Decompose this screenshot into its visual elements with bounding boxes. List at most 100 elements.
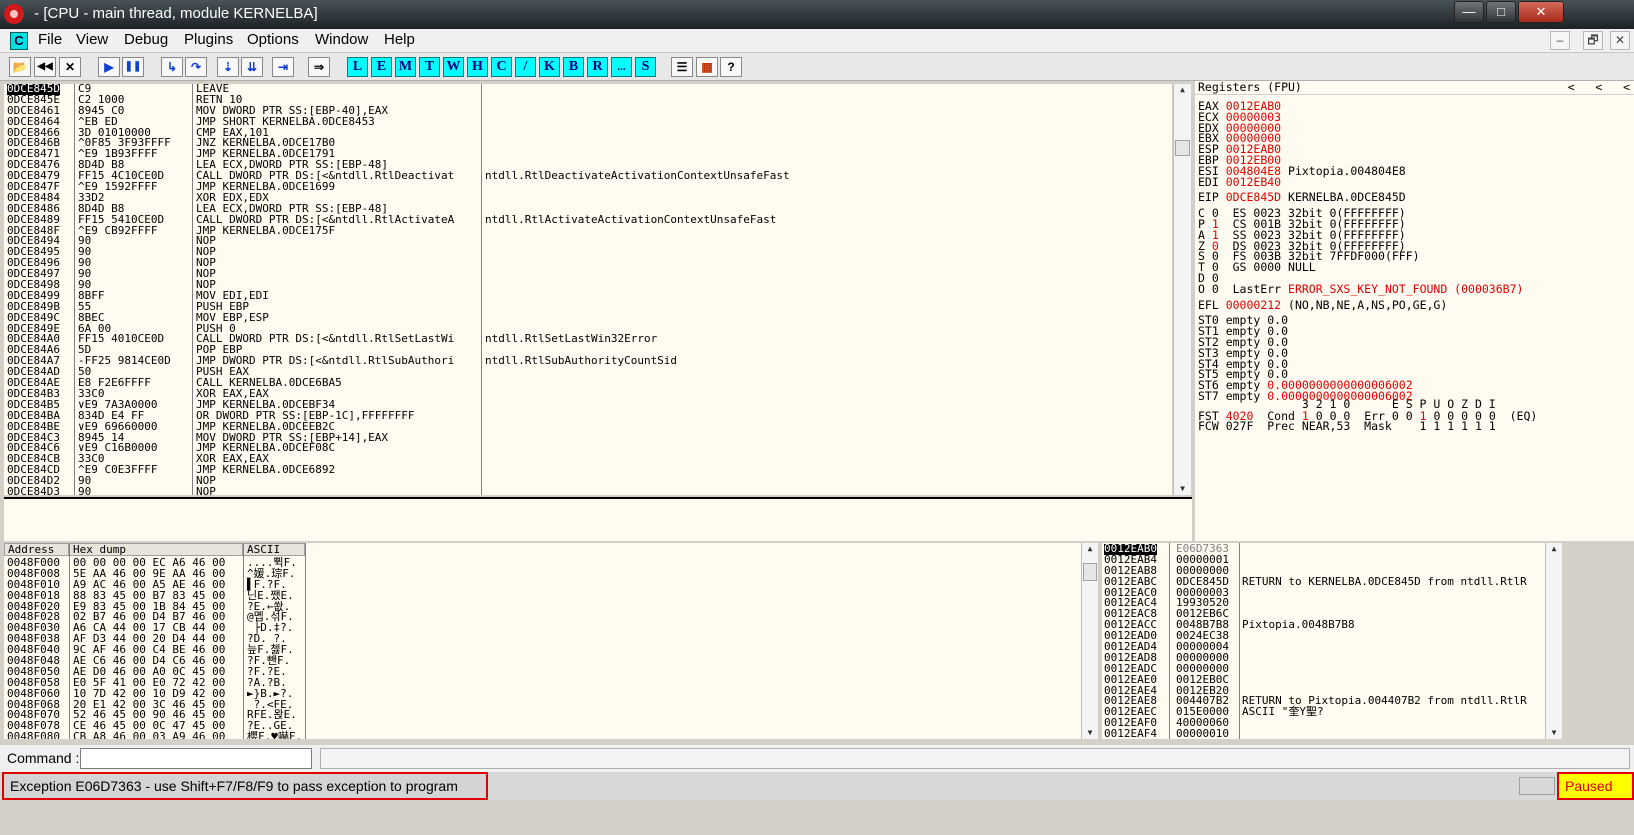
disasm-row[interactable]: 0DCE84A0 FF15 4010CE0D CALL DWORD PTR DS:[…: [4, 334, 1172, 345]
disasm-row[interactable]: 0DCE84AE E8 F2E6FFFF CALL KERNELBA.0DCE6BA…: [4, 377, 1172, 389]
scroll-thumb[interactable]: [1083, 563, 1097, 581]
references-window-button[interactable]: R: [587, 57, 608, 77]
hex-dump-pane[interactable]: Address Hex dump ASCII 0048F000 00 00 00 …: [4, 543, 1098, 739]
disasm-row[interactable]: 0DCE8498 90 NOP: [4, 279, 1172, 291]
disasm-row[interactable]: 0DCE8494 90 NOP: [4, 236, 1172, 247]
threads-window-button[interactable]: T: [419, 57, 440, 77]
menu-debug[interactable]: Debug: [121, 31, 171, 48]
menu-view[interactable]: View: [73, 31, 111, 48]
registers-pane[interactable]: Registers (FPU) < < < EAX 0012EAB0 ECX 00…: [1195, 81, 1634, 541]
disassembly-scrollbar[interactable]: ▲ ▼: [1173, 84, 1191, 495]
disasm-row[interactable]: 0DCE84B5 ∨E9 7A3A0000 JMP KERNELBA.0DCEBF3…: [4, 399, 1172, 411]
windows-window-button[interactable]: W: [443, 57, 464, 77]
stack-row[interactable]: 0012EAF0 40000060: [1102, 717, 1562, 729]
scroll-up-arrow[interactable]: ▲: [1546, 543, 1562, 555]
close-program-icon[interactable]: ✕: [59, 57, 81, 77]
menu-file[interactable]: File: [35, 31, 65, 48]
mdi-minimize-button[interactable]: –: [1550, 31, 1570, 50]
disasm-row[interactable]: 0DCE8464 ^EB ED JMP SHORT KERNELBA.0DCE845…: [4, 116, 1172, 128]
disasm-row[interactable]: 0DCE8466 3D 01010000 CMP EAX,101: [4, 127, 1172, 139]
memory-window-button[interactable]: M: [395, 57, 416, 77]
column-header-address[interactable]: Address: [4, 543, 69, 556]
column-header-ascii[interactable]: ASCII: [243, 543, 305, 556]
stack-row[interactable]: 0012EAC4 19930520: [1102, 598, 1562, 609]
close-button[interactable]: ✕: [1518, 1, 1564, 23]
mdi-restore-button[interactable]: 🗗: [1583, 31, 1603, 50]
disasm-row[interactable]: 0DCE84B3 33C0 XOR EAX,EAX: [4, 388, 1172, 400]
disasm-row[interactable]: 0DCE8484 33D2 XOR EDX,EDX: [4, 192, 1172, 204]
registers-nav-arrows[interactable]: < < <: [1568, 81, 1630, 93]
breakpoints-window-button[interactable]: B: [563, 57, 584, 77]
stack-row[interactable]: 0012EAD8 00000000: [1102, 652, 1562, 664]
cpu-window-icon[interactable]: C: [10, 32, 28, 50]
disasm-row[interactable]: 0DCE847F ^E9 1592FFFF JMP KERNELBA.0DCE169…: [4, 181, 1172, 193]
register-eip[interactable]: EIP 0DCE845D KERNELBA.0DCE845D: [1198, 192, 1406, 204]
efl-row[interactable]: EFL 00000212 (NO,NB,NE,A,NS,PO,GE,G): [1198, 299, 1447, 311]
open-icon[interactable]: 📂: [9, 57, 31, 77]
stack-pane[interactable]: 0012EAB0 E06D7363 0012EAB4 00000001 0012EAB8…: [1102, 543, 1562, 739]
scroll-down-arrow[interactable]: ▼: [1546, 727, 1562, 739]
scroll-up-arrow[interactable]: ▲: [1082, 543, 1098, 555]
help-icon[interactable]: ?: [720, 57, 742, 77]
dump-scrollbar[interactable]: ▲ ▼: [1081, 543, 1098, 739]
log-window-button[interactable]: L: [347, 57, 368, 77]
disassembly-pane[interactable]: 0DCE845D C9 LEAVE 0DCE845E C2 1000 RETN 10 0DC…: [4, 84, 1172, 495]
stack-row[interactable]: 0012EAF4 00000010: [1102, 728, 1562, 739]
stack-row[interactable]: 0012EAB0 E06D7363: [1102, 543, 1562, 555]
step-into-icon[interactable]: ↳: [161, 57, 183, 77]
disasm-row[interactable]: 0DCE8479 FF15 4C10CE0D CALL DWORD PTR DS:[…: [4, 170, 1172, 182]
cpu-window-button[interactable]: C: [491, 57, 512, 77]
pause-icon[interactable]: ❚❚: [122, 57, 144, 77]
restart-icon[interactable]: ◀◀: [34, 57, 56, 77]
stack-row[interactable]: 0012EADC 00000000: [1102, 663, 1562, 675]
register-edi[interactable]: EDI 0012EB40: [1198, 176, 1281, 188]
trace-into-icon[interactable]: ⇣: [217, 57, 239, 77]
modules-window-button[interactable]: E: [371, 57, 392, 77]
go-to-icon[interactable]: ⇒: [308, 57, 330, 77]
menu-help[interactable]: Help: [381, 31, 418, 48]
scroll-down-arrow[interactable]: ▼: [1082, 727, 1098, 739]
menu-options[interactable]: Options: [244, 31, 302, 48]
disasm-row[interactable]: 0DCE8495 90 NOP: [4, 246, 1172, 258]
step-over-icon[interactable]: ↷: [185, 57, 207, 77]
command-input[interactable]: ▼: [80, 748, 392, 769]
disasm-row[interactable]: 0DCE8461 8945 C0 MOV DWORD PTR SS:[EBP-40]…: [4, 105, 1172, 117]
stack-row[interactable]: 0012EABC 0DCE845D RETURN to KERNELBA.0DCE8…: [1102, 576, 1562, 588]
stack-row[interactable]: 0012EAD4 00000004: [1102, 641, 1562, 653]
disasm-row[interactable]: 0DCE84CB 33C0 XOR EAX,EAX: [4, 453, 1172, 465]
patches-window-button[interactable]: /: [515, 57, 536, 77]
execute-till-return-icon[interactable]: ⇥: [272, 57, 294, 77]
trace-over-icon[interactable]: ⇊: [241, 57, 263, 77]
info-pane[interactable]: [4, 497, 1192, 541]
disasm-row[interactable]: 0DCE84D2 90 NOP: [4, 475, 1172, 487]
stack-row[interactable]: 0012EAB4 00000001: [1102, 554, 1562, 566]
disasm-row[interactable]: 0DCE849B 55 PUSH EBP: [4, 301, 1172, 313]
stack-row[interactable]: 0012EAE8 004407B2 RETURN to Pixtopia.00440…: [1102, 696, 1562, 707]
disasm-row[interactable]: 0DCE8497 90 NOP: [4, 268, 1172, 280]
disasm-row[interactable]: 0DCE845D C9 LEAVE: [4, 84, 1172, 95]
disasm-row[interactable]: 0DCE8489 FF15 5410CE0D CALL DWORD PTR DS:[…: [4, 214, 1172, 226]
disasm-row[interactable]: 0DCE84CD ^E9 C0E3FFFF JMP KERNELBA.0DCE689…: [4, 464, 1172, 476]
disasm-row[interactable]: 0DCE84A7 -FF25 9814CE0D JMP DWORD PTR DS:[…: [4, 355, 1172, 367]
disasm-row[interactable]: 0DCE848F ^E9 CB92FFFF JMP KERNELBA.0DCE175…: [4, 225, 1172, 237]
command-history-field[interactable]: [320, 748, 1630, 769]
menu-plugins[interactable]: Plugins: [181, 31, 236, 48]
app-bug-icon[interactable]: [4, 4, 24, 24]
mdi-close-button[interactable]: ✕: [1610, 31, 1630, 50]
stack-row[interactable]: 0012EAD0 0024EC38: [1102, 630, 1562, 642]
disasm-row[interactable]: 0DCE846B ^0F85 3F93FFFF JNZ KERNELBA.0DCE1…: [4, 138, 1172, 149]
column-header-hex-dump[interactable]: Hex dump: [69, 543, 243, 556]
disasm-row[interactable]: 0DCE84AD 50 PUSH EAX: [4, 366, 1172, 378]
disasm-row[interactable]: 0DCE84C3 8945 14 MOV DWORD PTR SS:[EBP+14]…: [4, 432, 1172, 444]
menu-window[interactable]: Window: [312, 31, 371, 48]
disasm-row[interactable]: 0DCE845E C2 1000 RETN 10: [4, 94, 1172, 106]
minimize-button[interactable]: —: [1454, 1, 1484, 23]
fcw-row[interactable]: FCW 027F Prec NEAR,53 Mask 1 1 1 1 1 1: [1198, 421, 1496, 432]
disasm-row[interactable]: 0DCE84C6 ∨E9 C16B0000 JMP KERNELBA.0DCEF08…: [4, 442, 1172, 454]
call-stack-window-button[interactable]: K: [539, 57, 560, 77]
dump-row[interactable]: 0048F080 CB A8 46 00 03 A9 46 00 櫻F.♥嚇F.: [4, 731, 1098, 739]
disasm-row[interactable]: 0DCE84BA 834D E4 FF OR DWORD PTR SS:[EBP-1…: [4, 410, 1172, 422]
stack-row[interactable]: 0012EACC 0048B7B8 Pixtopia.0048B7B8: [1102, 619, 1562, 631]
disasm-row[interactable]: 0DCE8471 ^E9 1B93FFFF JMP KERNELBA.0DCE179…: [4, 148, 1172, 160]
scroll-thumb[interactable]: [1175, 140, 1190, 156]
